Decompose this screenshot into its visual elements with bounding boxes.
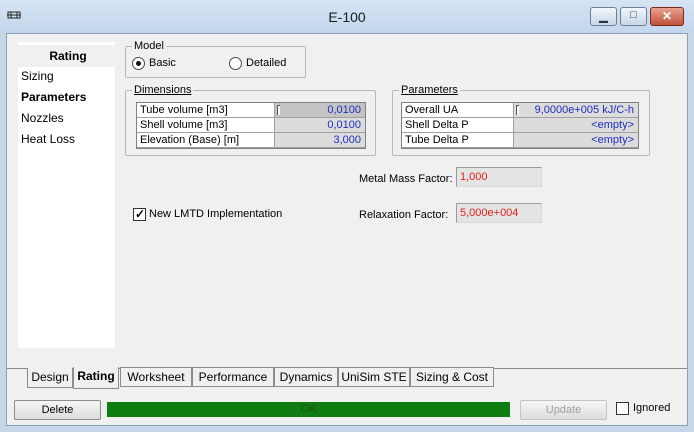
- grid-row: Tube volume [m3] 0,0100: [137, 103, 365, 118]
- lmtd-label: New LMTD Implementation: [149, 208, 283, 220]
- edit-caret-icon: [516, 105, 519, 115]
- update-button[interactable]: Update: [520, 400, 607, 420]
- lmtd-checkbox[interactable]: ✓: [133, 207, 146, 221]
- radio-selected-icon: [132, 57, 145, 70]
- nav-item-sizing[interactable]: Sizing: [21, 69, 54, 87]
- shell-volume-label: Shell volume [m3]: [137, 118, 275, 133]
- nav-header: Rating: [11, 45, 125, 67]
- metal-mass-factor-label: Metal Mass Factor:: [359, 173, 453, 185]
- tab-rating[interactable]: Rating: [73, 367, 119, 389]
- ignored-label: Ignored: [633, 402, 671, 414]
- parameters-grid: Overall UA 9,0000e+005 kJ/C-h Shell Delt…: [401, 102, 639, 149]
- tube-volume-label: Tube volume [m3]: [137, 103, 275, 118]
- tab-sizing-cost[interactable]: Sizing & Cost: [410, 367, 494, 387]
- delete-button[interactable]: Delete: [14, 400, 101, 420]
- maximize-icon: □: [630, 9, 637, 21]
- grid-row: Shell volume [m3] 0,0100: [137, 118, 365, 133]
- tube-volume-text: 0,0100: [327, 104, 361, 116]
- edit-caret-icon: [277, 105, 280, 115]
- nav-pane: Rating Sizing Parameters Nozzles Heat Lo…: [11, 42, 125, 348]
- dialog-client: Rating Sizing Parameters Nozzles Heat Lo…: [6, 33, 688, 426]
- nav-item-nozzles[interactable]: Nozzles: [21, 111, 64, 129]
- elevation-value[interactable]: 3,000: [275, 133, 365, 148]
- close-button[interactable]: ✕: [650, 7, 684, 26]
- grid-row: Overall UA 9,0000e+005 kJ/C-h: [402, 103, 638, 118]
- nav-item-heat-loss[interactable]: Heat Loss: [21, 132, 75, 150]
- dimensions-grid: Tube volume [m3] 0,0100 Shell volume [m3…: [136, 102, 366, 149]
- model-detailed-label: Detailed: [246, 57, 287, 69]
- shell-delta-p-label: Shell Delta P: [402, 118, 514, 133]
- parameters-group: Parameters Overall UA 9,0000e+005 kJ/C-h…: [392, 84, 650, 156]
- tube-delta-p-label: Tube Delta P: [402, 133, 514, 148]
- title-bar: E-100 ▁ □ ✕: [0, 0, 694, 33]
- dimensions-group: Dimensions Tube volume [m3] 0,0100 Shell…: [125, 84, 376, 156]
- grid-row: Elevation (Base) [m] 3,000: [137, 133, 365, 148]
- overall-ua-value[interactable]: 9,0000e+005 kJ/C-h: [514, 103, 638, 118]
- grid-row: Shell Delta P <empty>: [402, 118, 638, 133]
- relaxation-factor-field[interactable]: 5,000e+004: [456, 203, 542, 223]
- overall-ua-label: Overall UA: [402, 103, 514, 118]
- elevation-label: Elevation (Base) [m]: [137, 133, 275, 148]
- minimize-icon: ▁: [599, 11, 608, 23]
- tab-worksheet[interactable]: Worksheet: [120, 367, 192, 387]
- tab-unisim-ste[interactable]: UniSim STE: [338, 367, 410, 387]
- model-basic-radio[interactable]: Basic: [132, 57, 212, 71]
- shell-delta-p-value[interactable]: <empty>: [514, 118, 638, 133]
- overall-ua-text: 9,0000e+005 kJ/C-h: [534, 104, 634, 116]
- model-detailed-radio[interactable]: Detailed: [229, 57, 299, 71]
- status-bar: OK: [107, 402, 510, 417]
- radio-empty-icon: [229, 57, 242, 70]
- tab-design[interactable]: Design: [27, 368, 73, 388]
- tube-delta-p-value[interactable]: <empty>: [514, 133, 638, 148]
- ignored-checkbox[interactable]: [616, 402, 629, 415]
- relaxation-factor-label: Relaxation Factor:: [359, 209, 449, 221]
- tab-dynamics[interactable]: Dynamics: [274, 367, 338, 387]
- maximize-button[interactable]: □: [620, 7, 647, 26]
- parameters-legend: Parameters: [399, 84, 460, 96]
- model-basic-label: Basic: [149, 57, 176, 69]
- grid-row: Tube Delta P <empty>: [402, 133, 638, 148]
- minimize-button[interactable]: ▁: [590, 7, 617, 26]
- model-legend: Model: [132, 40, 166, 52]
- tab-performance[interactable]: Performance: [192, 367, 274, 387]
- nav-item-parameters[interactable]: Parameters: [21, 90, 86, 108]
- shell-volume-value[interactable]: 0,0100: [275, 118, 365, 133]
- metal-mass-factor-field[interactable]: 1,000: [456, 167, 542, 187]
- close-icon: ✕: [661, 9, 673, 23]
- dimensions-legend: Dimensions: [132, 84, 194, 96]
- tube-volume-value[interactable]: 0,0100: [275, 103, 365, 118]
- model-group: Model Basic Detailed: [125, 40, 306, 78]
- checkmark-icon: ✓: [135, 207, 146, 221]
